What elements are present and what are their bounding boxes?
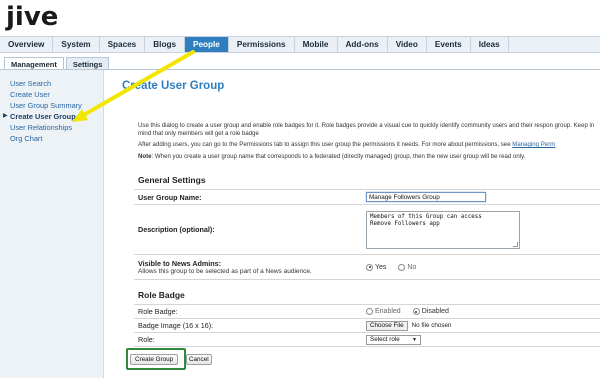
dropdown-arrow-icon: ▼ xyxy=(412,336,417,343)
badge-disabled-option[interactable]: Disabled xyxy=(412,308,449,315)
resize-grip-icon[interactable] xyxy=(513,241,518,247)
no-label: No xyxy=(407,263,417,271)
description-textarea[interactable]: Members of this Group can access Remove … xyxy=(366,210,520,249)
role-label: Role: xyxy=(138,335,155,344)
badge-image-label: Badge Image (16 x 16): xyxy=(138,321,214,330)
top-navigation: Overview System Spaces Blogs People Perm… xyxy=(0,36,600,53)
choose-file-button[interactable]: Choose File xyxy=(366,320,408,331)
tab-ideas[interactable]: Ideas xyxy=(471,37,509,52)
radio-unselected-icon[interactable] xyxy=(366,308,373,315)
sidebar-item-user-search[interactable]: User Search xyxy=(0,78,103,89)
jive-logo: jive xyxy=(6,2,59,32)
tab-system[interactable]: System xyxy=(53,37,100,52)
sidebar-item-create-user[interactable]: Create User xyxy=(0,89,103,100)
group-name-input[interactable]: Manage Followers Group xyxy=(366,192,486,202)
tab-people[interactable]: People xyxy=(185,37,229,52)
tab-spaces[interactable]: Spaces xyxy=(100,37,146,52)
sidebar-item-user-group-summary[interactable]: User Group Summary xyxy=(0,100,103,111)
enabled-label: Enabled xyxy=(375,308,401,315)
no-file-text: No file chosen xyxy=(411,322,452,329)
visible-news-help: Allows this group to be selected as part… xyxy=(138,268,312,275)
description-value: Members of this Group can access Remove … xyxy=(370,213,482,227)
tab-overview[interactable]: Overview xyxy=(0,37,54,52)
visible-no-option[interactable]: No xyxy=(398,263,417,271)
tab-permissions[interactable]: Permissions xyxy=(229,37,295,52)
tab-video[interactable]: Video xyxy=(388,37,427,52)
role-select-value: Select role xyxy=(370,336,400,343)
sidebar-item-create-user-group[interactable]: ▶ Create User Group xyxy=(0,111,103,122)
permissions-paragraph: After adding users, you can go to the Pe… xyxy=(138,141,600,149)
role-badge-heading: Role Badge xyxy=(138,290,185,300)
radio-unselected-icon[interactable] xyxy=(398,263,406,271)
tab-add-ons[interactable]: Add-ons xyxy=(338,37,388,52)
page-title: Create User Group xyxy=(122,80,225,92)
sidebar: User Search Create User User Group Summa… xyxy=(0,70,104,378)
permissions-text: After adding users, you can go to the Pe… xyxy=(138,141,513,149)
tab-blogs[interactable]: Blogs xyxy=(145,37,185,52)
intro-paragraph: Use this dialog to create a user group a… xyxy=(138,122,595,137)
intro-text: Use this dialog to create a user group a… xyxy=(138,122,600,160)
visible-news-title: Visible to News Admins: xyxy=(138,259,222,268)
tab-mobile[interactable]: Mobile xyxy=(295,37,338,52)
sub-tabs: Management Settings xyxy=(0,54,110,70)
radio-selected-icon[interactable] xyxy=(412,308,420,315)
general-settings-table: User Group Name: Manage Followers Group … xyxy=(134,189,600,280)
cancel-button[interactable]: Cancel xyxy=(186,354,212,365)
current-item-bullet-icon: ▶ xyxy=(3,113,8,119)
group-name-label: User Group Name: xyxy=(138,192,202,202)
tab-events[interactable]: Events xyxy=(427,37,471,52)
role-badge-row: Role Badge: Enabled Disabled xyxy=(134,305,600,319)
badge-image-row: Badge Image (16 x 16): Choose File No fi… xyxy=(134,319,600,333)
sidebar-item-user-relationships[interactable]: User Relationships xyxy=(0,122,103,133)
group-name-row: User Group Name: Manage Followers Group xyxy=(134,190,600,205)
note-text: : When you create a user group name that… xyxy=(151,152,526,160)
role-row: Role: Select role ▼ xyxy=(134,333,600,347)
note-paragraph: Note: When you create a user group name … xyxy=(138,153,600,161)
description-row: Description (optional): Members of this … xyxy=(134,205,600,255)
radio-selected-icon[interactable] xyxy=(366,263,373,271)
role-badge-table: Role Badge: Enabled Disabled Badge Image… xyxy=(134,304,600,347)
description-label: Description (optional): xyxy=(138,225,215,234)
yes-label: Yes xyxy=(375,263,387,271)
role-badge-label: Role Badge: xyxy=(138,307,178,316)
general-settings-heading: General Settings xyxy=(138,175,206,185)
disabled-label: Disabled xyxy=(421,308,449,315)
badge-enabled-option[interactable]: Enabled xyxy=(366,308,401,315)
create-group-button[interactable]: Create Group xyxy=(130,354,179,365)
visible-news-label: Visible to News Admins: Allows this group… xyxy=(134,259,366,275)
note-label: Note xyxy=(138,152,152,160)
role-select[interactable]: Select role ▼ xyxy=(366,334,421,345)
managing-permissions-link[interactable]: Managing Perm xyxy=(512,141,555,148)
visible-news-row: Visible to News Admins: Allows this group… xyxy=(134,255,600,280)
sidebar-item-label: Create User Group xyxy=(10,112,76,121)
visible-yes-option[interactable]: Yes xyxy=(366,263,387,271)
sidebar-item-org-chart[interactable]: Org Chart xyxy=(0,133,103,144)
